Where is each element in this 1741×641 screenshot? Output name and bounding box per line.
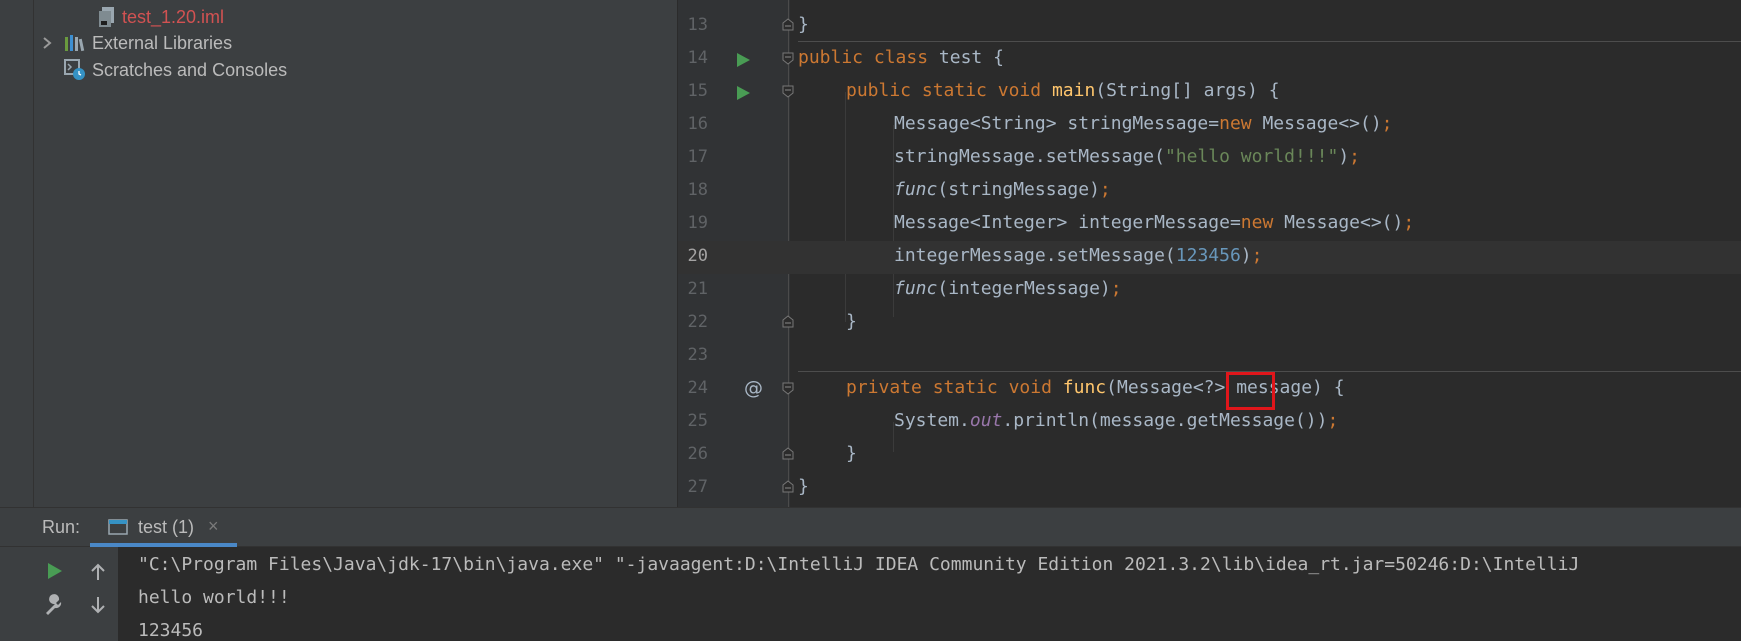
code-line-22[interactable]: 22 }: [678, 307, 1741, 340]
line-number: 17: [687, 147, 708, 167]
fold-start-icon[interactable]: [781, 381, 795, 395]
code-line-25[interactable]: 25 System.out.println(message.getMessage…: [678, 406, 1741, 439]
rerun-icon[interactable]: [43, 560, 65, 582]
code-line-19[interactable]: 19 Message<Integer> integerMessage=new M…: [678, 208, 1741, 241]
fold-end-icon[interactable]: [781, 315, 795, 329]
code-text: Message<String> stringMessage=new Messag…: [894, 113, 1393, 134]
line-number: 21: [687, 279, 708, 299]
tree-item-label: Scratches and Consoles: [92, 59, 288, 80]
code-text: }: [798, 476, 809, 497]
code-line-18[interactable]: 18 func(stringMessage);: [678, 175, 1741, 208]
wrench-icon[interactable]: [43, 594, 65, 616]
run-label: Run:: [42, 517, 81, 537]
line-number: 19: [687, 213, 708, 233]
project-tree-panel: test_1.20.iml External Libraries Scratch…: [34, 0, 678, 507]
code-line-26[interactable]: 26 }: [678, 439, 1741, 472]
code-line-23[interactable]: 23: [678, 340, 1741, 373]
line-number: 22: [687, 312, 708, 332]
console-line: 123456: [138, 620, 204, 641]
run-tool-window-header: Run: test (1) ×: [0, 507, 1741, 547]
run-class-icon[interactable]: [734, 51, 752, 69]
tree-item-external-libraries[interactable]: External Libraries: [40, 28, 232, 58]
console-line: hello world!!!: [138, 587, 290, 608]
run-toolbar: [0, 547, 118, 641]
wildcard-highlight-box: [1226, 372, 1275, 410]
line-number: 24: [687, 378, 708, 398]
run-main-icon[interactable]: [734, 84, 752, 102]
code-text: System.out.println(message.getMessage())…: [894, 410, 1339, 431]
code-line-17[interactable]: 17 stringMessage.setMessage("hello world…: [678, 142, 1741, 175]
run-console-output[interactable]: "C:\Program Files\Java\jdk-17\bin\java.e…: [118, 547, 1741, 641]
code-text: }: [798, 14, 809, 35]
iml-file-icon: [99, 7, 114, 27]
tree-item-scratches[interactable]: Scratches and Consoles: [64, 55, 287, 85]
code-line-27[interactable]: 27 }: [678, 472, 1741, 505]
fold-end-icon[interactable]: [781, 447, 795, 461]
code-line-16[interactable]: 16 Message<String> stringMessage=new Mes…: [678, 109, 1741, 142]
code-text: integerMessage.setMessage(123456);: [894, 245, 1263, 266]
wildcard-type: <?>: [1192, 377, 1226, 398]
console-line: "C:\Program Files\Java\jdk-17\bin\java.e…: [138, 554, 1580, 575]
code-text: func(stringMessage);: [894, 179, 1111, 200]
code-text: stringMessage.setMessage("hello world!!!…: [894, 146, 1361, 167]
tree-item-label: External Libraries: [92, 32, 233, 53]
code-text: Message<Integer> integerMessage=new Mess…: [894, 212, 1415, 233]
tree-item-label: test_1.20.iml: [122, 6, 225, 27]
line-number: 23: [687, 345, 708, 365]
fold-end-icon[interactable]: [781, 480, 795, 494]
code-line-14[interactable]: 14 public class test {: [678, 43, 1741, 76]
close-icon[interactable]: ×: [208, 516, 219, 537]
line-number: 13: [687, 15, 708, 35]
line-number: 25: [687, 411, 708, 431]
code-line-20[interactable]: 20 integerMessage.setMessage(123456);: [678, 241, 1741, 274]
line-number: 26: [687, 444, 708, 464]
code-text: public class test {: [798, 47, 1004, 68]
line-number: 14: [687, 48, 708, 68]
code-editor[interactable]: 13 } 14 public class test { 15 public st…: [678, 0, 1741, 507]
arrow-up-icon[interactable]: [87, 561, 109, 583]
left-tool-strip: [0, 0, 34, 507]
chevron-right-icon[interactable]: [40, 36, 54, 50]
code-text: }: [846, 443, 857, 464]
scratches-icon: [64, 59, 85, 80]
console-icon: [108, 519, 128, 535]
line-number: 27: [687, 477, 708, 497]
code-text: func(integerMessage);: [894, 278, 1122, 299]
line-number: 18: [687, 180, 708, 200]
code-line-15[interactable]: 15 public static void main(String[] args…: [678, 76, 1741, 109]
fold-start-icon[interactable]: [781, 84, 795, 98]
code-line-24[interactable]: 24 private static void func(Message<?> m…: [678, 373, 1741, 406]
implemented-at-icon[interactable]: @: [744, 377, 763, 399]
code-text: }: [846, 311, 857, 332]
code-text: public static void main(String[] args) {: [846, 80, 1280, 101]
code-line-13[interactable]: 13 }: [678, 10, 1741, 43]
library-icon: [65, 35, 85, 52]
line-number: 16: [687, 114, 708, 134]
line-number: 15: [687, 81, 708, 101]
arrow-down-icon[interactable]: [87, 594, 109, 616]
line-number: 20: [687, 246, 708, 266]
fold-start-icon[interactable]: [781, 51, 795, 65]
tab-run-test[interactable]: test (1) ×: [90, 508, 237, 547]
fold-end-icon[interactable]: [781, 18, 795, 32]
tab-label: test (1): [138, 517, 195, 537]
code-line-21[interactable]: 21 func(integerMessage);: [678, 274, 1741, 307]
